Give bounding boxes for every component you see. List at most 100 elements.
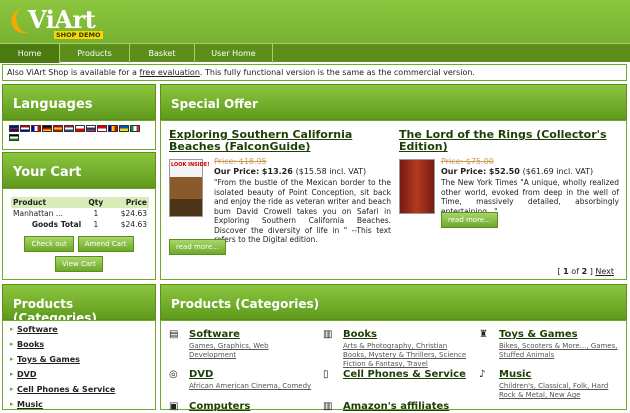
category-title[interactable]: Books [343,329,377,340]
flag-icon[interactable] [97,125,107,132]
cart-item-price: $24.63 [120,209,147,218]
toys-icon: ♜ [479,329,488,340]
cart-item-product[interactable]: Manhattan ... [11,208,83,219]
dvd-icon: ◎ [169,369,178,380]
amazon-icon: ▥ [323,401,333,412]
category-subs[interactable]: Games, Graphics, Web Development [189,342,309,360]
category-title[interactable]: Computers [189,401,250,412]
main-menu: Home Products Basket User Home [0,43,630,63]
product-cover-text: LOOK INSIDE! [171,162,210,168]
left-category-books[interactable]: Books [10,340,147,349]
logo-subtitle: SHOP DEMO [54,31,103,39]
category-title[interactable]: Amazon's affiliates [343,401,449,412]
flag-icon[interactable] [9,134,19,141]
product-our-price: Our Price: $52.50 ($61.69 incl. VAT) [441,167,593,176]
left-category-dvd[interactable]: DVD [10,370,147,379]
flag-icon[interactable] [86,125,96,132]
category-title[interactable]: Cell Phones & Service [343,369,466,380]
logo[interactable]: ❨ ViArt SHOP DEMO [2,3,116,41]
amend-cart-button[interactable]: Amend Cart [77,236,134,252]
product-card: Exploring Southern California Beaches (F… [169,128,391,255]
category-title[interactable]: DVD [189,369,213,380]
cart-item-qty: 1 [93,209,99,218]
pager-current: 1 [563,267,569,276]
flag-icon[interactable] [75,125,85,132]
table-row: Manhattan ... 1 $24.63 [11,208,149,219]
flag-icon[interactable] [130,125,140,132]
flag-icon[interactable] [119,125,129,132]
left-category-phones[interactable]: Cell Phones & Service [10,385,147,394]
cart-total-price: $24.63 [120,220,147,229]
our-price-incl: ($15.58 incl. VAT) [295,167,367,176]
flag-icon[interactable] [108,125,118,132]
left-categories-header: Products (Categories) [2,284,156,325]
languages-panel [2,120,156,150]
product-title[interactable]: Exploring Southern California Beaches (F… [169,128,352,153]
product-old-price: Price: $75.00 [441,157,494,166]
cart-total-label: Goods Total [31,220,82,229]
cart-table: Product Qty Price Manhattan ... 1 $24.63… [11,197,149,230]
product-image[interactable]: LOOK INSIDE! [169,159,209,217]
music-icon: ♪ [479,369,486,380]
our-price-value: Our Price: $52.50 [441,167,520,176]
left-category-music[interactable]: Music [10,400,147,409]
categories-block-panel: ▤ Software Games, Graphics, Web Developm… [160,320,627,412]
flag-icon[interactable] [20,125,30,132]
pager: [ 1 of 2 ] Next [558,267,615,276]
cart-header-qty: Qty [83,197,109,208]
info-suffix: . This fully functional version is the s… [199,68,475,77]
pager-bracket: [ [557,267,561,276]
flag-english-icon[interactable] [9,125,19,132]
view-cart-button[interactable]: View Cart [55,256,103,272]
books-icon: ▥ [323,329,333,340]
cart-buttons: Check out Amend Cart View Cart [11,236,147,272]
computer-icon: ▣ [169,401,179,412]
info-bar: Also ViArt Shop is available for a free … [2,64,627,81]
checkout-button[interactable]: Check out [24,236,74,252]
menu-user-home[interactable]: User Home [195,44,273,63]
product-image[interactable] [399,159,435,214]
flag-icon[interactable] [64,125,74,132]
product-our-price: Our Price: $13.26 ($15.58 incl. VAT) [214,167,366,176]
cart-header-price: Price [108,197,149,208]
product-old-price: Price: $18.95 [214,157,267,166]
flag-icon[interactable] [53,125,63,132]
special-offer-panel: Exploring Southern California Beaches (F… [160,120,627,280]
languages-header: Languages [2,84,156,120]
free-evaluation-link[interactable]: free evaluation [140,68,200,77]
category-subs[interactable]: African American Cinema, Comedy [189,382,314,391]
menu-products[interactable]: Products [60,44,130,63]
read-more-button[interactable]: read more... [441,212,498,228]
product-title[interactable]: The Lord of the Rings (Collector's Editi… [399,128,607,153]
pager-next-link[interactable]: Next [595,267,614,276]
cart-header: Your Cart [2,152,156,188]
flag-icon[interactable] [31,125,41,132]
left-category-software[interactable]: Software [10,325,147,334]
pager-total: 2 [581,267,588,276]
category-title[interactable]: Software [189,329,240,340]
product-card: The Lord of the Rings (Collector's Editi… [399,128,621,228]
cart-total-row: Goods Total 1 $24.63 [11,219,149,230]
phone-icon: ▯ [323,369,329,380]
category-subs[interactable]: Children's, Classical, Folk, Hard Rock &… [499,382,624,400]
categories-block-header: Products (Categories) [160,284,627,320]
our-price-value: Our Price: $13.26 [214,167,293,176]
left-categories-panel: Software Books Toys & Games DVD Cell Pho… [2,320,156,410]
pager-of: of [571,267,580,276]
menu-home[interactable]: Home [0,44,60,63]
flag-icon[interactable] [42,125,52,132]
product-description: The New York Times "A unique, wholly rea… [441,178,619,216]
read-more-button[interactable]: read more... [169,239,226,255]
category-subs[interactable]: Arts & Photography, Christian Books, Mys… [343,342,468,369]
category-title[interactable]: Toys & Games [499,329,578,340]
category-subs[interactable]: Bikes, Scooters & More..., Games, Stuffe… [499,342,624,360]
logo-name: ViArt [28,5,96,34]
cart-panel: Product Qty Price Manhattan ... 1 $24.63… [2,188,156,280]
menu-basket[interactable]: Basket [130,44,195,63]
category-title[interactable]: Music [499,369,531,380]
cart-header-product: Product [11,197,84,208]
left-category-toys[interactable]: Toys & Games [10,355,147,364]
our-price-incl: ($61.69 incl. VAT) [522,167,594,176]
software-icon: ▤ [169,329,179,340]
special-offer-header: Special Offer [160,84,627,120]
